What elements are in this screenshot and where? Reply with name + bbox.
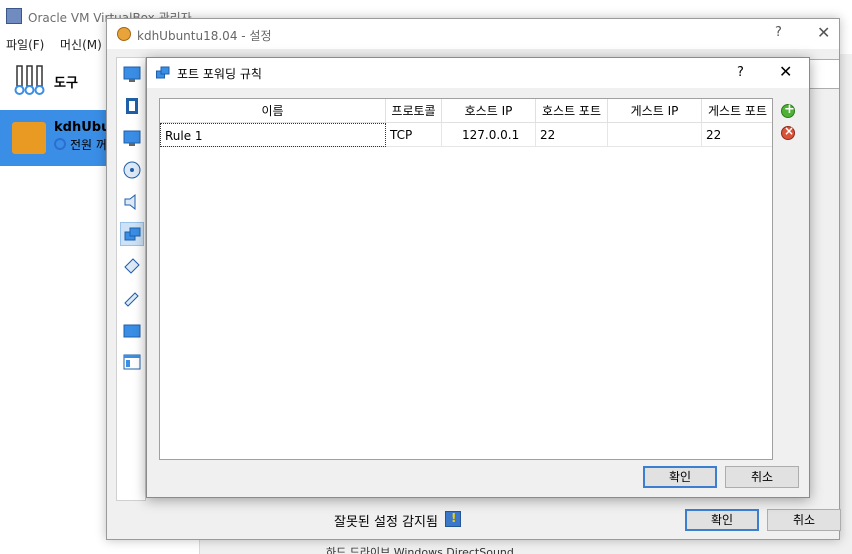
invalid-settings-label: 잘못된 설정 감지됨	[334, 515, 438, 530]
settings-titlebar: kdhUbuntu18.04 - 설정 ? ✕	[107, 19, 839, 49]
cell-guest-port[interactable]: 22	[702, 123, 772, 147]
cell-protocol[interactable]: TCP	[386, 123, 442, 147]
network-icon[interactable]	[120, 222, 144, 246]
settings-title: kdhUbuntu18.04 - 설정	[137, 29, 272, 43]
serial-ports-icon[interactable]	[120, 254, 144, 278]
remove-rule-icon[interactable]	[781, 124, 795, 140]
shared-folders-icon[interactable]	[120, 318, 144, 342]
settings-ok-button[interactable]: 확인	[685, 509, 759, 531]
power-off-icon	[54, 138, 66, 150]
column-header-guest-port[interactable]: 게스트 포트	[702, 99, 772, 123]
cell-host-port[interactable]: 22	[536, 123, 608, 147]
usb-icon[interactable]	[120, 286, 144, 310]
pf-close-button[interactable]: ✕	[779, 62, 792, 81]
column-header-host-ip[interactable]: 호스트 IP	[442, 99, 536, 123]
warning-icon[interactable]	[445, 511, 461, 527]
system-icon[interactable]	[120, 94, 144, 118]
storage-icon[interactable]	[120, 158, 144, 182]
cell-host-ip[interactable]: 127.0.0.1	[442, 123, 536, 147]
tools-icon	[14, 65, 45, 95]
pf-cancel-button[interactable]: 취소	[725, 466, 799, 488]
pf-ok-button[interactable]: 확인	[643, 466, 717, 488]
details-footer-text: 하드 드라이브 Windows DirectSound	[326, 546, 514, 554]
pf-help-button[interactable]: ?	[737, 65, 744, 80]
settings-cancel-button[interactable]: 취소	[767, 509, 841, 531]
add-rule-icon[interactable]	[781, 102, 795, 118]
virtualbox-logo-icon	[6, 8, 22, 24]
settings-help-button[interactable]: ?	[775, 25, 782, 40]
menu-file[interactable]: 파일(F)	[6, 36, 44, 53]
user-interface-icon[interactable]	[120, 350, 144, 374]
display-icon[interactable]	[120, 126, 144, 150]
menu-machine[interactable]: 머신(M)	[60, 36, 102, 53]
pf-titlebar: 포트 포워딩 규칙 ? ✕	[147, 58, 809, 88]
ubuntu-vm-icon	[12, 122, 46, 154]
cell-guest-ip[interactable]	[608, 123, 702, 147]
table-header: 이름 프로토콜 호스트 IP 호스트 포트 게스트 IP 게스트 포트	[160, 99, 772, 123]
cell-name[interactable]: Rule 1	[160, 123, 386, 147]
settings-category-list	[116, 57, 146, 501]
column-header-guest-ip[interactable]: 게스트 IP	[608, 99, 702, 123]
column-header-host-port[interactable]: 호스트 포트	[536, 99, 608, 123]
column-header-protocol[interactable]: 프로토콜	[386, 99, 442, 123]
table-row[interactable]: Rule 1 TCP 127.0.0.1 22 22	[160, 123, 772, 147]
tools-label: 도구	[54, 76, 78, 91]
settings-close-button[interactable]: ✕	[817, 23, 830, 42]
audio-icon[interactable]	[120, 190, 144, 214]
column-header-name[interactable]: 이름	[160, 99, 386, 123]
port-forwarding-table[interactable]: 이름 프로토콜 호스트 IP 호스트 포트 게스트 IP 게스트 포트 Rule…	[159, 98, 773, 460]
settings-name-field[interactable]	[807, 59, 839, 89]
pf-title: 포트 포워딩 규칙	[177, 67, 262, 81]
general-icon[interactable]	[120, 62, 144, 86]
port-forwarding-dialog: 포트 포워딩 규칙 ? ✕ 이름 프로토콜 호스트 IP 호스트 포트 게스트 …	[146, 57, 810, 498]
settings-gear-icon	[117, 27, 131, 41]
network-icon	[156, 66, 170, 79]
